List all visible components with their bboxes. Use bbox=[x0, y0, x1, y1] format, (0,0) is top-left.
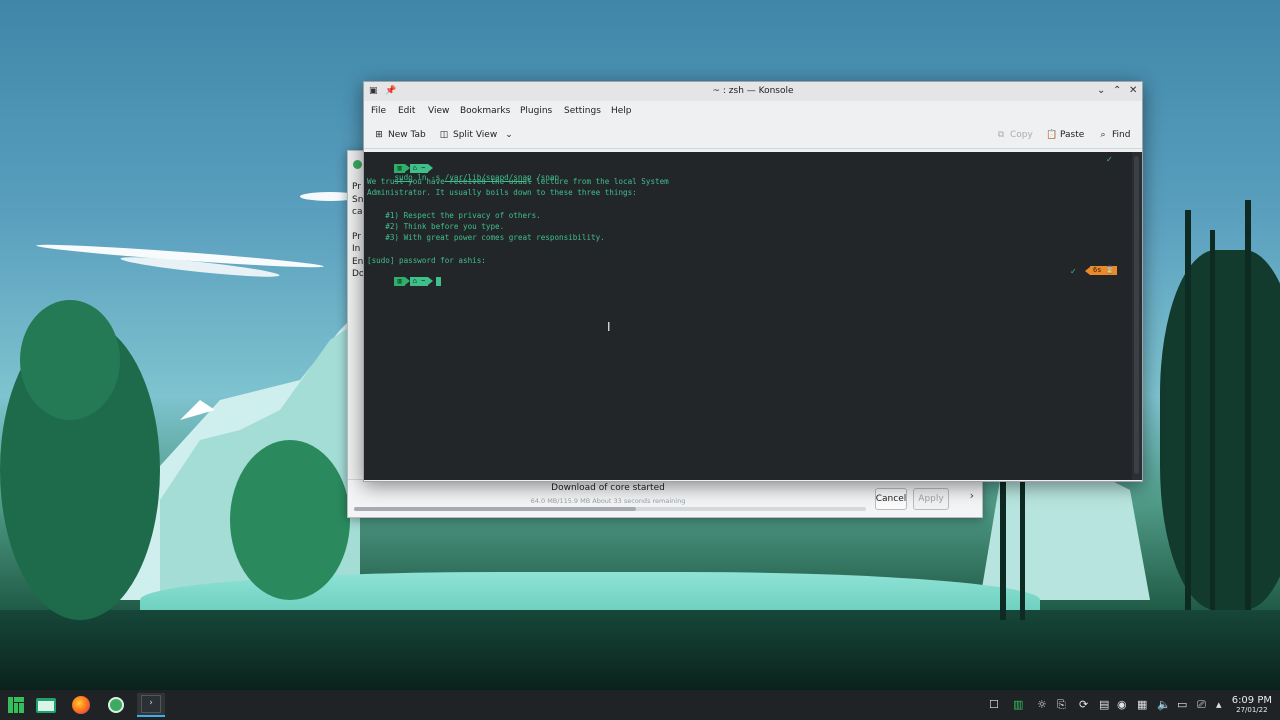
menu-bar: File Edit View Bookmarks Plugins Setting… bbox=[364, 102, 1142, 120]
prompt-dir: ~ bbox=[421, 163, 426, 172]
copy-label: Copy bbox=[1010, 130, 1033, 140]
update-icon[interactable]: ⟳ bbox=[1079, 698, 1088, 711]
copy-icon: ⧉ bbox=[997, 130, 1005, 140]
maximize-icon[interactable]: ⌃ bbox=[1113, 85, 1121, 96]
new-tab-button[interactable]: ⊞ New Tab bbox=[374, 130, 426, 140]
success-check-icon: ✓ bbox=[1070, 267, 1077, 276]
terminal-area[interactable]: ▥ ⌂ ~ sudo ln -s /var/lib/snapd/snap /sna… bbox=[364, 152, 1132, 480]
weather-icon[interactable]: ☼ bbox=[1037, 698, 1047, 711]
lecture-line: We trust you have received the usual lec… bbox=[367, 177, 669, 186]
menu-plugins[interactable]: Plugins bbox=[520, 106, 552, 116]
tray-expand-icon[interactable]: ▴ bbox=[1216, 698, 1222, 711]
window-icon bbox=[353, 160, 362, 169]
taskbar-file-manager[interactable] bbox=[32, 693, 60, 717]
sudo-password-prompt: [sudo] password for ashis: bbox=[367, 256, 486, 265]
show-desktop-icon[interactable]: ☐ bbox=[989, 698, 999, 711]
volume-icon[interactable]: 🔈 bbox=[1157, 698, 1171, 711]
taskbar-konsole[interactable]: › bbox=[137, 693, 165, 717]
menu-help[interactable]: Help bbox=[611, 106, 632, 116]
network-icon[interactable]: ⎚ bbox=[1197, 698, 1206, 712]
application-launcher[interactable] bbox=[2, 693, 30, 717]
paste-button[interactable]: 📋 Paste bbox=[1046, 130, 1084, 140]
rule-line: #2) Think before you type. bbox=[367, 222, 505, 231]
split-view-label: Split View bbox=[453, 130, 498, 140]
clipboard-icon[interactable]: ▤ bbox=[1099, 698, 1109, 711]
menu-edit[interactable]: Edit bbox=[398, 106, 415, 116]
discover-icon bbox=[108, 697, 124, 713]
success-check-icon: ✓ bbox=[1106, 155, 1113, 164]
terminal-icon: › bbox=[141, 695, 161, 713]
chevron-down-icon: ⌄ bbox=[505, 130, 513, 140]
minimize-icon[interactable]: ⌄ bbox=[1097, 85, 1105, 96]
vault-icon[interactable]: ◉ bbox=[1117, 698, 1127, 711]
kde-connect-icon[interactable]: ⎘ bbox=[1057, 698, 1066, 712]
download-progress-fill bbox=[354, 507, 636, 511]
download-bar: Download of core started 64.0 MB/115.9 M… bbox=[348, 479, 982, 517]
find-button[interactable]: ⌕ Find bbox=[1098, 130, 1130, 140]
split-view-button[interactable]: ◫ Split View ⌄ bbox=[439, 130, 513, 140]
menu-settings[interactable]: Settings bbox=[564, 106, 601, 116]
rule-line: #3) With great power comes great respons… bbox=[367, 233, 605, 242]
terminal-scrollbar[interactable] bbox=[1132, 152, 1142, 480]
apply-button[interactable]: Apply bbox=[913, 488, 949, 510]
title-bar[interactable]: ▣ 📌 ~ : zsh — Konsole ⌄ ⌃ ✕ bbox=[364, 82, 1142, 101]
paste-icon: 📋 bbox=[1046, 130, 1058, 140]
menu-file[interactable]: File bbox=[371, 106, 386, 116]
manjaro-settings-icon[interactable]: ▥ bbox=[1013, 698, 1023, 711]
paste-label: Paste bbox=[1060, 130, 1085, 140]
search-icon: ⌕ bbox=[1100, 130, 1106, 140]
home-icon: ⌂ bbox=[412, 163, 417, 172]
manjaro-icon: ▥ bbox=[394, 276, 405, 286]
menu-view[interactable]: View bbox=[428, 106, 449, 116]
new-tab-icon: ⊞ bbox=[375, 130, 383, 140]
konsole-window[interactable]: ▣ 📌 ~ : zsh — Konsole ⌄ ⌃ ✕ File Edit Vi… bbox=[363, 81, 1143, 482]
notes-icon[interactable]: ▦ bbox=[1137, 698, 1147, 711]
manjaro-logo-icon bbox=[8, 697, 24, 713]
copy-button[interactable]: ⧉ Copy bbox=[996, 130, 1033, 140]
duration-value: 6s bbox=[1093, 266, 1102, 274]
scrollbar-thumb[interactable] bbox=[1134, 156, 1139, 474]
firefox-icon bbox=[72, 696, 90, 714]
split-view-icon: ◫ bbox=[439, 130, 449, 140]
hourglass-icon: ⌛ bbox=[1105, 266, 1115, 274]
mouse-ibeam-cursor: I bbox=[607, 320, 611, 334]
prompt-dir: ~ bbox=[421, 276, 426, 285]
manjaro-icon: ▥ bbox=[394, 163, 405, 173]
prompt: ▥ ⌂ ~ bbox=[394, 163, 434, 173]
new-tab-label: New Tab bbox=[388, 130, 426, 140]
terminal-input-line: ▥ ⌂ ~ bbox=[367, 267, 442, 295]
folder-icon bbox=[36, 697, 56, 713]
duration-badge: 6s ⌛ bbox=[1085, 266, 1118, 275]
chevron-right-icon[interactable]: › bbox=[970, 489, 974, 502]
digital-clock[interactable]: 6:09 PM 27/01/22 bbox=[1232, 695, 1272, 714]
download-title: Download of core started bbox=[551, 483, 665, 493]
rule-line: #1) Respect the privacy of others. bbox=[367, 211, 541, 220]
taskbar-discover[interactable] bbox=[102, 693, 130, 717]
prompt: ▥ ⌂ ~ bbox=[394, 276, 434, 286]
download-detail: 64.0 MB/115.9 MB About 33 seconds remain… bbox=[530, 497, 686, 505]
clock-date: 27/01/22 bbox=[1236, 706, 1268, 714]
window-title: ~ : zsh — Konsole bbox=[712, 86, 794, 96]
lecture-line: Administrator. It usually boils down to … bbox=[367, 188, 637, 197]
text-cursor bbox=[436, 276, 442, 286]
taskbar-firefox[interactable] bbox=[67, 693, 95, 717]
menu-bookmarks[interactable]: Bookmarks bbox=[460, 106, 510, 116]
battery-icon[interactable]: ▭ bbox=[1177, 698, 1187, 711]
download-progress-bar bbox=[354, 507, 866, 511]
find-label: Find bbox=[1112, 130, 1131, 140]
cancel-button[interactable]: Cancel bbox=[875, 488, 907, 510]
taskbar: › ☐ ▥ ☼ ⎘ ⟳ ▤ ◉ ▦ 🔈 ▭ ⎚ ▴ 6:09 PM 27/01/… bbox=[0, 690, 1280, 720]
home-icon: ⌂ bbox=[412, 276, 417, 285]
toolbar: ⊞ New Tab ◫ Split View ⌄ ⧉ Copy 📋 Paste … bbox=[364, 126, 1142, 149]
clock-time: 6:09 PM bbox=[1231, 695, 1272, 706]
close-icon[interactable]: ✕ bbox=[1129, 85, 1137, 96]
